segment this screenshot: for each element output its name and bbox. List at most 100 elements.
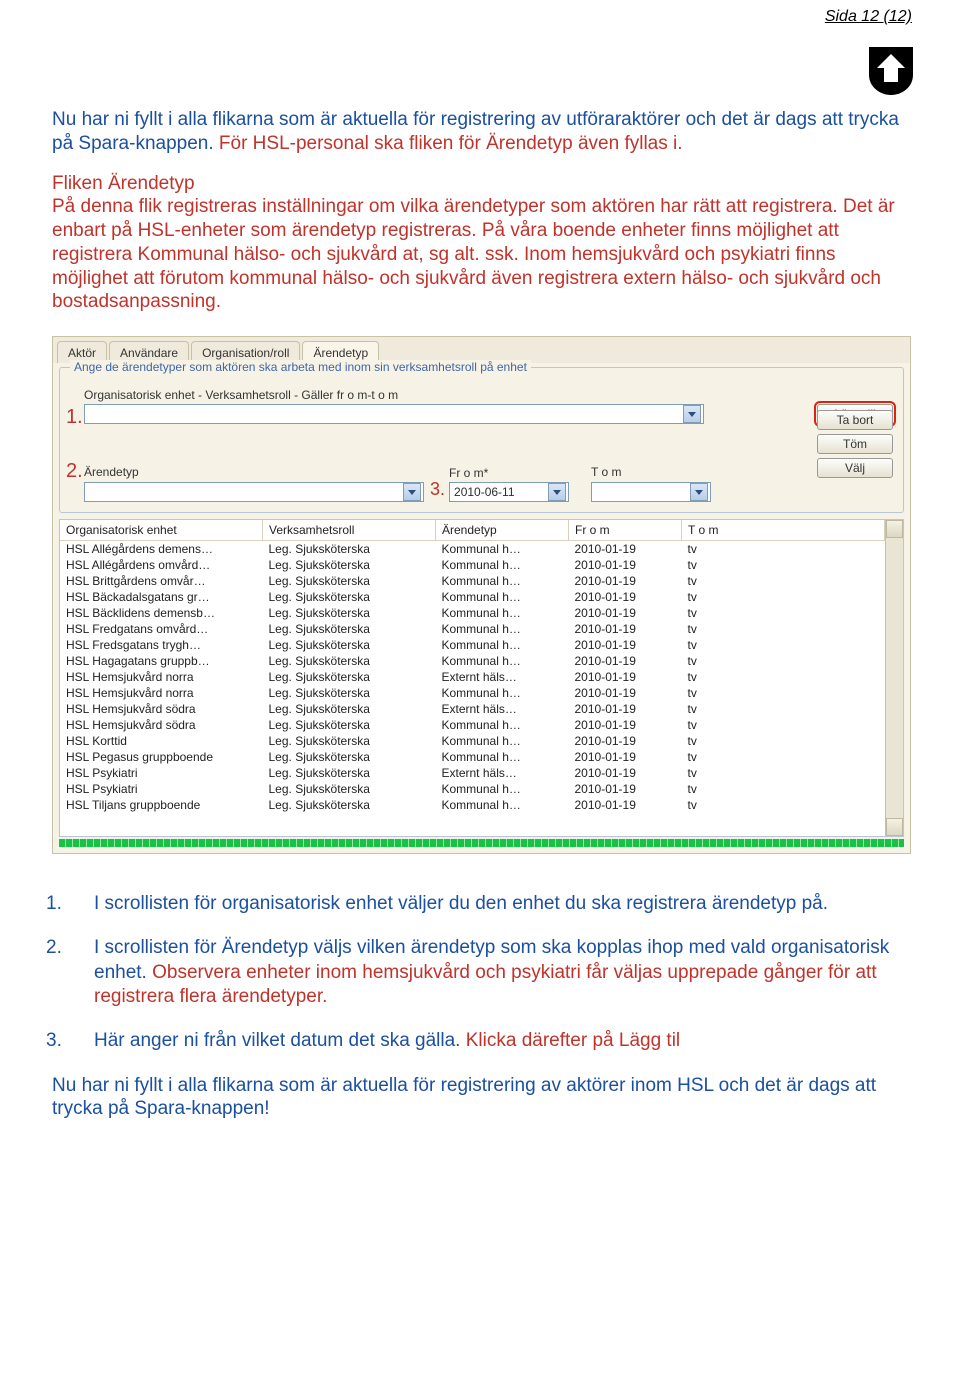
- cell-from: 2010-01-19: [569, 541, 682, 558]
- cell-roll: Leg. Sjuksköterska: [263, 749, 436, 765]
- cell-roll: Leg. Sjuksköterska: [263, 733, 436, 749]
- instruction-1-text: I scrollisten för organisatorisk enhet v…: [94, 893, 828, 914]
- table-row[interactable]: HSL Bäcklidens demensb…Leg. Sjukskötersk…: [60, 605, 885, 621]
- cell-from: 2010-01-19: [569, 637, 682, 653]
- label-org-unit: Organisatorisk enhet - Verksamhetsroll -…: [84, 388, 893, 402]
- cell-from: 2010-01-19: [569, 717, 682, 733]
- cell-tom: tv: [682, 605, 885, 621]
- cell-tom: tv: [682, 557, 885, 573]
- shield-logo-icon: [868, 46, 914, 96]
- table-row[interactable]: HSL Hemsjukvård södraLeg. SjuksköterskaK…: [60, 717, 885, 733]
- cell-tom: tv: [682, 669, 885, 685]
- page-number: Sida 12 (12): [825, 8, 912, 26]
- cell-from: 2010-01-19: [569, 701, 682, 717]
- table-row[interactable]: HSL PsykiatriLeg. SjuksköterskaExternt h…: [60, 765, 885, 781]
- table-row[interactable]: HSL Hemsjukvård norraLeg. SjuksköterskaK…: [60, 685, 885, 701]
- combo-tom-date[interactable]: [591, 482, 711, 502]
- cell-org: HSL Fredsgatans trygh…: [60, 637, 263, 653]
- table-row[interactable]: HSL Hemsjukvård södraLeg. SjuksköterskaE…: [60, 701, 885, 717]
- numbered-instructions: 1.I scrollisten för organisatorisk enhet…: [52, 892, 912, 1054]
- cell-roll: Leg. Sjuksköterska: [263, 605, 436, 621]
- table-row[interactable]: HSL Pegasus gruppboendeLeg. Sjukskötersk…: [60, 749, 885, 765]
- table-row[interactable]: HSL PsykiatriLeg. SjuksköterskaKommunal …: [60, 781, 885, 797]
- cell-from: 2010-01-19: [569, 797, 682, 813]
- cell-org: HSL Allégårdens omvård…: [60, 557, 263, 573]
- cell-tom: tv: [682, 589, 885, 605]
- annotation-marker-2: 2.: [66, 460, 83, 483]
- cell-roll: Leg. Sjuksköterska: [263, 573, 436, 589]
- cell-from: 2010-01-19: [569, 749, 682, 765]
- cell-tom: tv: [682, 749, 885, 765]
- cell-tom: tv: [682, 637, 885, 653]
- cell-arende: Kommunal h…: [436, 749, 569, 765]
- instruction-3-text-b: Klicka därefter på Lägg til: [460, 1030, 680, 1051]
- cell-arende: Kommunal h…: [436, 541, 569, 558]
- cell-from: 2010-01-19: [569, 669, 682, 685]
- col-tom[interactable]: T o m: [682, 520, 885, 541]
- cell-arende: Kommunal h…: [436, 621, 569, 637]
- col-org[interactable]: Organisatorisk enhet: [60, 520, 263, 541]
- cell-arende: Kommunal h…: [436, 589, 569, 605]
- table-row[interactable]: HSL Bäckadalsgatans gr…Leg. Sjukskötersk…: [60, 589, 885, 605]
- cell-arende: Kommunal h…: [436, 781, 569, 797]
- cell-org: HSL Psykiatri: [60, 765, 263, 781]
- col-roll[interactable]: Verksamhetsroll: [263, 520, 436, 541]
- table-row[interactable]: HSL Hagagatans gruppb…Leg. Sjuksköterska…: [60, 653, 885, 669]
- cell-tom: tv: [682, 541, 885, 558]
- cell-from: 2010-01-19: [569, 685, 682, 701]
- cell-org: HSL Hemsjukvård norra: [60, 669, 263, 685]
- instruction-2: 2.I scrollisten för Ärendetyp väljs vilk…: [94, 936, 912, 1009]
- cell-arende: Kommunal h…: [436, 573, 569, 589]
- table-row[interactable]: HSL Allégårdens omvård…Leg. Sjukskötersk…: [60, 557, 885, 573]
- cell-tom: tv: [682, 733, 885, 749]
- cell-tom: tv: [682, 701, 885, 717]
- combo-arendetyp[interactable]: [84, 482, 424, 502]
- fliken-block: Fliken Ärendetyp På denna flik registrer…: [52, 172, 912, 315]
- cell-roll: Leg. Sjuksköterska: [263, 541, 436, 558]
- cell-roll: Leg. Sjuksköterska: [263, 621, 436, 637]
- instruction-3-text-a: Här anger ni från vilket datum det ska g…: [94, 1030, 460, 1051]
- cell-from: 2010-01-19: [569, 573, 682, 589]
- cell-roll: Leg. Sjuksköterska: [263, 717, 436, 733]
- horizontal-scrollbar[interactable]: [59, 839, 904, 847]
- cell-org: HSL Allégårdens demens…: [60, 541, 263, 558]
- cell-org: HSL Hemsjukvård norra: [60, 685, 263, 701]
- cell-from: 2010-01-19: [569, 605, 682, 621]
- cell-arende: Kommunal h…: [436, 733, 569, 749]
- fliken-body: På denna flik registreras inställningar …: [52, 196, 895, 312]
- intro-red-text: För HSL-personal ska fliken för Ärendety…: [219, 133, 683, 154]
- ta-bort-button[interactable]: Ta bort: [817, 410, 893, 430]
- cell-org: HSL Bäckadalsgatans gr…: [60, 589, 263, 605]
- table-row[interactable]: HSL KorttidLeg. SjuksköterskaKommunal h……: [60, 733, 885, 749]
- cell-tom: tv: [682, 797, 885, 813]
- cell-roll: Leg. Sjuksköterska: [263, 765, 436, 781]
- cell-from: 2010-01-19: [569, 765, 682, 781]
- combo-from-date[interactable]: 2010-06-11: [449, 482, 569, 502]
- table-row[interactable]: HSL Tiljans gruppboendeLeg. Sjukskötersk…: [60, 797, 885, 813]
- valj-button[interactable]: Välj: [817, 458, 893, 478]
- table-row[interactable]: HSL Fredgatans omvård…Leg. Sjuksköterska…: [60, 621, 885, 637]
- cell-roll: Leg. Sjuksköterska: [263, 797, 436, 813]
- cell-org: HSL Tiljans gruppboende: [60, 797, 263, 813]
- cell-org: HSL Pegasus gruppboende: [60, 749, 263, 765]
- combo-org-unit[interactable]: [84, 404, 704, 424]
- cell-arende: Kommunal h…: [436, 685, 569, 701]
- screenshot-panel: Aktör Användare Organisation/roll Ärende…: [52, 336, 911, 854]
- from-date-value: 2010-06-11: [454, 485, 544, 499]
- col-from[interactable]: Fr o m: [569, 520, 682, 541]
- cell-roll: Leg. Sjuksköterska: [263, 685, 436, 701]
- instruction-3: 3.Här anger ni från vilket datum det ska…: [94, 1029, 912, 1053]
- cell-roll: Leg. Sjuksköterska: [263, 557, 436, 573]
- table-row[interactable]: HSL Brittgårdens omvår…Leg. Sjukskötersk…: [60, 573, 885, 589]
- tom-button[interactable]: Töm: [817, 434, 893, 454]
- cell-arende: Kommunal h…: [436, 605, 569, 621]
- col-arende[interactable]: Ärendetyp: [436, 520, 569, 541]
- table-row[interactable]: HSL Allégårdens demens…Leg. Sjukskötersk…: [60, 541, 885, 558]
- table-row[interactable]: HSL Hemsjukvård norraLeg. SjuksköterskaE…: [60, 669, 885, 685]
- table-row[interactable]: HSL Fredsgatans trygh…Leg. Sjuksköterska…: [60, 637, 885, 653]
- cell-arende: Kommunal h…: [436, 557, 569, 573]
- cell-org: HSL Fredgatans omvård…: [60, 621, 263, 637]
- cell-org: HSL Hagagatans gruppb…: [60, 653, 263, 669]
- cell-roll: Leg. Sjuksköterska: [263, 701, 436, 717]
- vertical-scrollbar[interactable]: [885, 520, 903, 836]
